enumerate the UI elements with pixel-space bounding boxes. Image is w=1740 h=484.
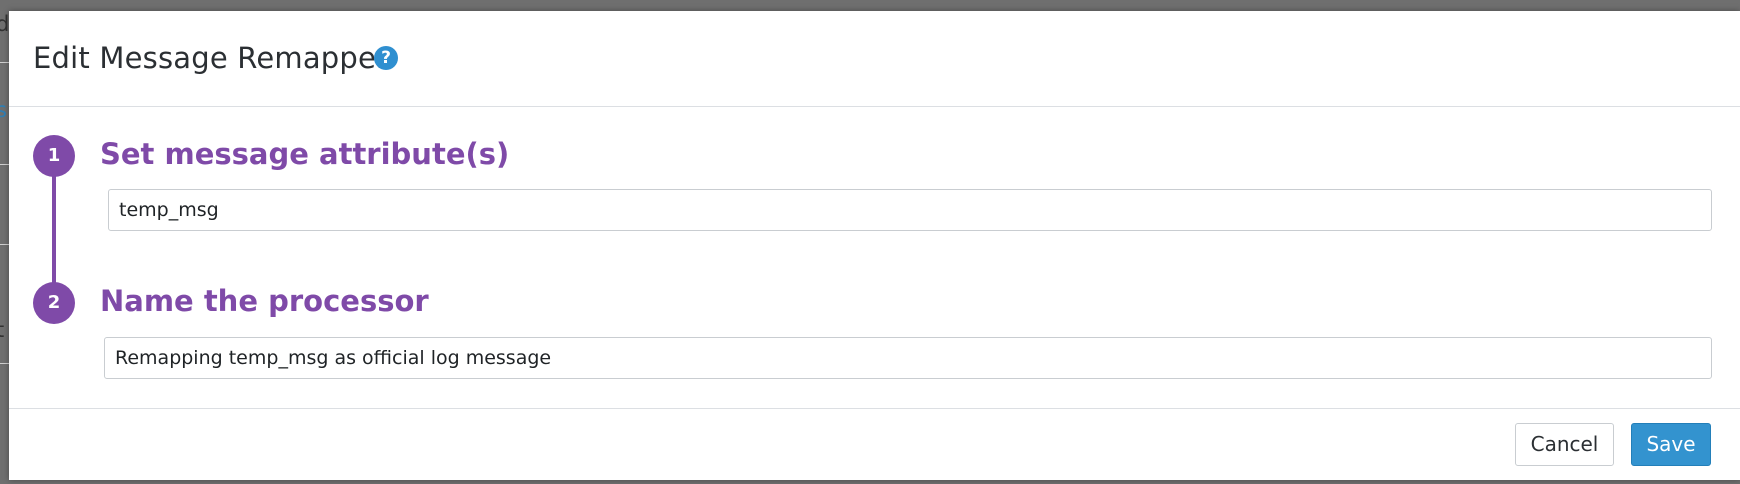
background-divider bbox=[0, 164, 9, 165]
save-button[interactable]: Save bbox=[1631, 423, 1711, 466]
dialog-title: Edit Message Remapper bbox=[33, 41, 389, 75]
message-attribute-input[interactable] bbox=[108, 189, 1712, 231]
background-divider bbox=[0, 363, 9, 364]
cancel-button[interactable]: Cancel bbox=[1515, 423, 1614, 466]
processor-name-input[interactable] bbox=[104, 337, 1712, 379]
dialog-footer: Cancel Save bbox=[9, 408, 1740, 481]
step-1-number-badge: 1 bbox=[33, 135, 75, 177]
step-2-number-badge: 2 bbox=[33, 282, 75, 324]
background-text-fragment: t bbox=[0, 318, 5, 342]
background-link-fragment: s bbox=[0, 98, 7, 122]
step-2-title: Name the processor bbox=[100, 284, 429, 318]
background-divider bbox=[0, 244, 9, 245]
background-divider bbox=[0, 62, 9, 63]
step-1-title: Set message attribute(s) bbox=[100, 137, 510, 171]
dialog-header: Edit Message Remapper ? bbox=[9, 11, 1740, 107]
background-text-fragment: d bbox=[0, 12, 10, 36]
edit-message-remapper-dialog: Edit Message Remapper ? 1 Set message at… bbox=[9, 11, 1740, 480]
question-circle-icon[interactable]: ? bbox=[374, 46, 398, 70]
